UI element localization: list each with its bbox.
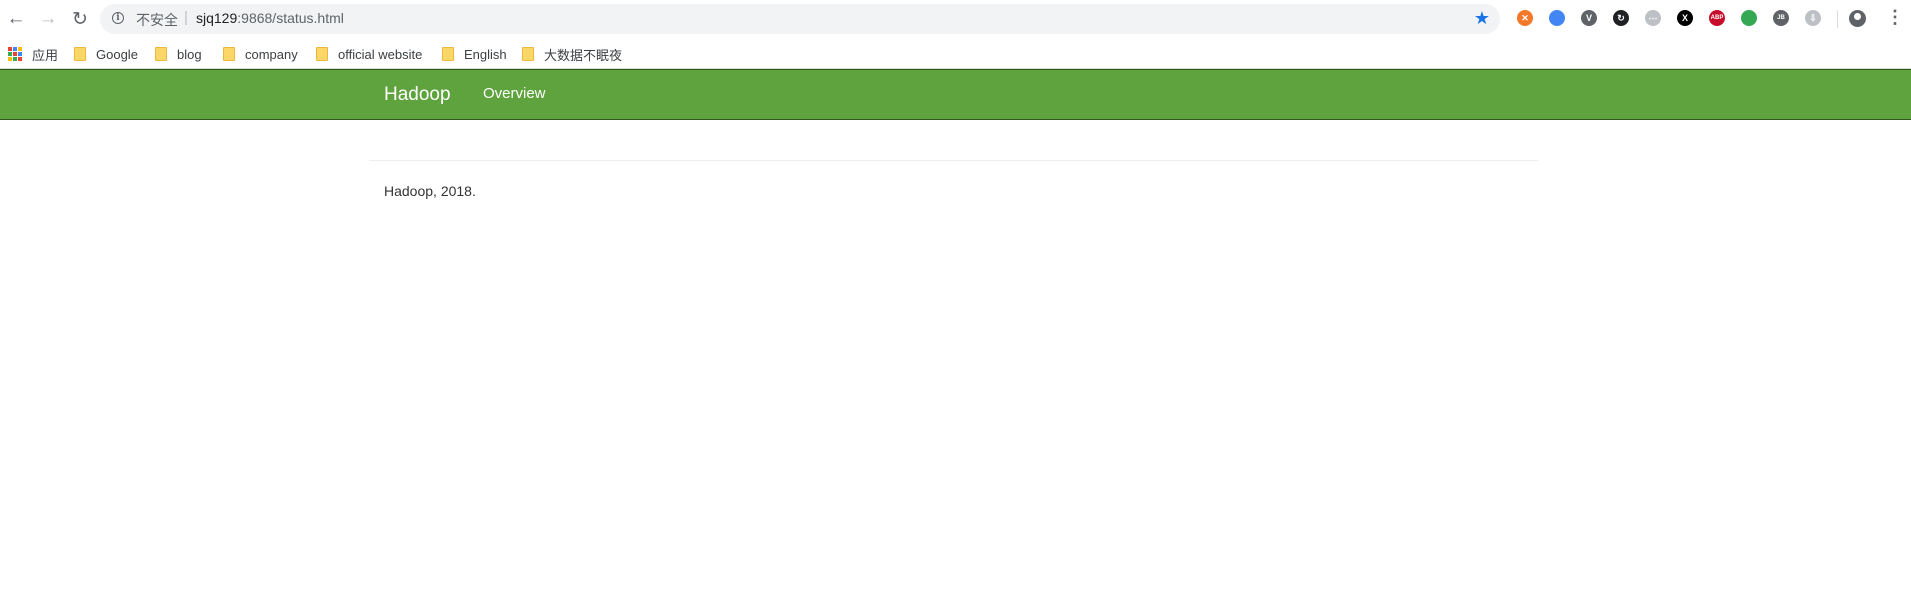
bookmark-label: official website bbox=[338, 46, 423, 62]
arrow-left-icon: ← bbox=[6, 8, 26, 29]
url-host: sjq129 bbox=[196, 10, 238, 26]
bookmark-label: English bbox=[464, 46, 507, 62]
circle-ext-icon[interactable]: ⋯ bbox=[1645, 10, 1661, 26]
url-path: :9868/status.html bbox=[237, 10, 344, 26]
bookmark-company[interactable]: company bbox=[223, 44, 298, 64]
url-text[interactable]: sjq129:9868/status.html bbox=[196, 10, 344, 26]
address-bar[interactable]: i 不安全 | sjq129:9868/status.html ★ bbox=[100, 4, 1500, 34]
folder-icon bbox=[74, 47, 86, 61]
nav-link-overview[interactable]: Overview bbox=[483, 85, 546, 102]
abp-ext-icon[interactable]: ABP bbox=[1709, 10, 1725, 26]
folder-icon bbox=[442, 47, 454, 61]
bookmarks-bar: 应用 Google blog company official website … bbox=[0, 38, 1911, 69]
menu-dots-icon[interactable]: ⋮ bbox=[1886, 8, 1904, 26]
bookmark-apps[interactable]: 应用 bbox=[8, 44, 58, 64]
orange-ext-icon[interactable]: ✕ bbox=[1517, 10, 1533, 26]
info-icon[interactable]: i bbox=[112, 12, 124, 24]
security-label[interactable]: 不安全 bbox=[136, 10, 178, 30]
bookmark-label: Google bbox=[96, 46, 138, 62]
bookmark-blog[interactable]: blog bbox=[155, 44, 202, 64]
browser-toolbar: ← → ↻ i 不安全 | sjq129:9868/status.html ★ … bbox=[0, 0, 1911, 38]
bookmark-label: 大数据不眠夜 bbox=[544, 47, 623, 63]
profile-avatar-icon[interactable] bbox=[1849, 10, 1866, 27]
bookmark-label: blog bbox=[177, 46, 202, 62]
divider bbox=[369, 160, 1538, 161]
sync-ext-icon[interactable]: ↻ bbox=[1613, 10, 1629, 26]
vue-ext-icon[interactable]: V bbox=[1581, 10, 1597, 26]
forward-button[interactable]: → bbox=[35, 6, 61, 32]
security-separator: | bbox=[184, 9, 188, 26]
folder-icon bbox=[155, 47, 167, 61]
jb-ext-icon[interactable]: JB bbox=[1773, 10, 1789, 26]
back-button[interactable]: ← bbox=[3, 6, 29, 32]
bookmark-english[interactable]: English bbox=[442, 44, 507, 64]
apps-icon bbox=[8, 47, 22, 61]
multicolor-ext-icon[interactable] bbox=[1549, 10, 1565, 26]
reload-icon: ↻ bbox=[72, 8, 88, 30]
reload-button[interactable]: ↻ bbox=[67, 6, 93, 32]
arrow-right-icon: → bbox=[38, 8, 58, 29]
download-ext-icon[interactable]: ⇩ bbox=[1805, 10, 1821, 26]
toolbar-divider bbox=[1837, 10, 1838, 28]
footer-text: Hadoop, 2018. bbox=[384, 183, 476, 199]
folder-icon bbox=[522, 47, 534, 61]
bookmark-label: company bbox=[245, 46, 298, 62]
bookmark-official-website[interactable]: official website bbox=[316, 44, 422, 64]
navbar-brand[interactable]: Hadoop bbox=[384, 84, 451, 106]
hadoop-navbar: Hadoop Overview bbox=[0, 69, 1911, 120]
bookmark-star-icon[interactable]: ★ bbox=[1474, 8, 1490, 29]
folder-icon bbox=[223, 47, 235, 61]
bookmark-label: 应用 bbox=[32, 47, 59, 63]
x-ext-icon[interactable]: X bbox=[1677, 10, 1693, 26]
chrome-ext-icon[interactable] bbox=[1741, 10, 1757, 26]
bookmark-google[interactable]: Google bbox=[74, 44, 138, 64]
folder-icon bbox=[316, 47, 328, 61]
bookmark-bigdata[interactable]: 大数据不眠夜 bbox=[522, 44, 622, 64]
